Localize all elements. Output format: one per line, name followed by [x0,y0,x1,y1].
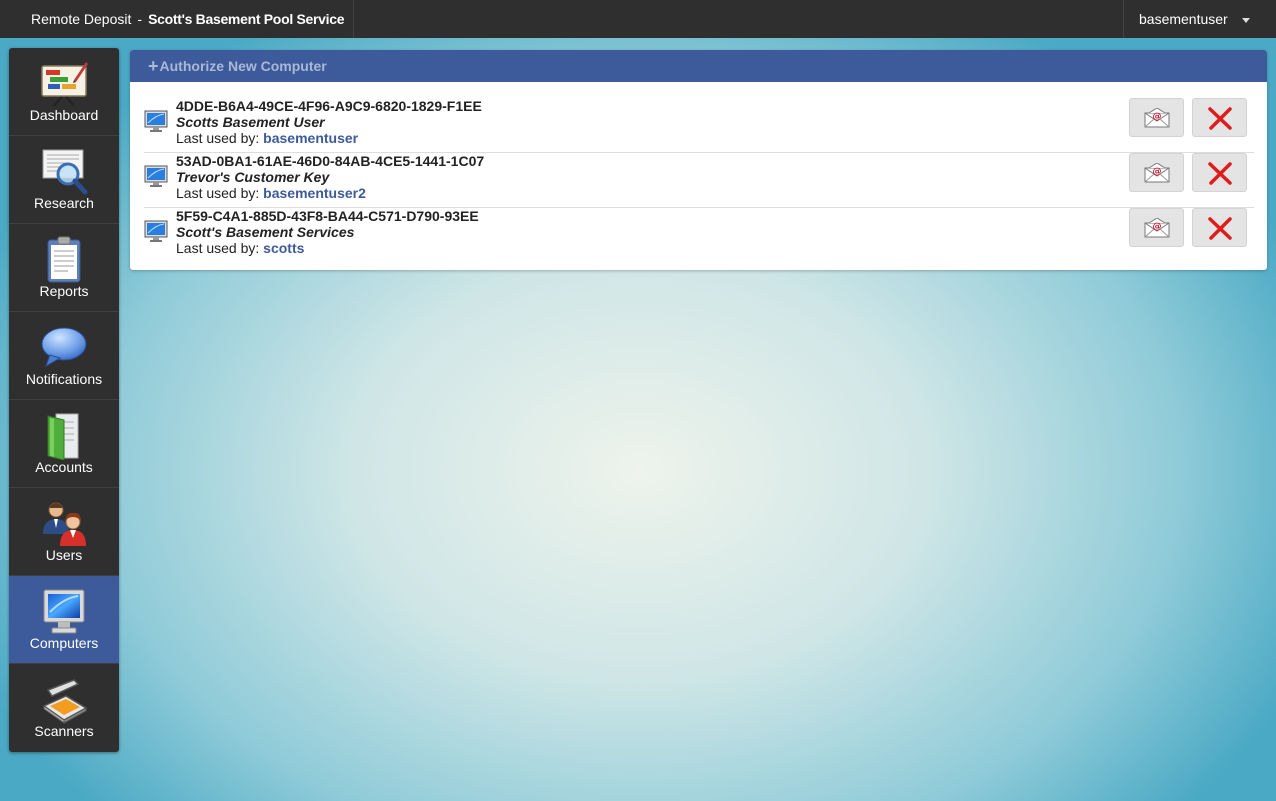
envelope-icon: @ [1144,107,1169,127]
sidebar: Dashboard Research Reports Notifications… [9,48,119,752]
sidebar-item-label: Accounts [35,459,93,475]
user-name: basementuser [1139,11,1228,27]
last-used-label: Last used by: [176,185,260,201]
svg-text:@: @ [1152,167,1161,177]
last-used-user-link[interactable]: basementuser [263,130,358,146]
sidebar-item-dashboard[interactable]: Dashboard [9,48,119,136]
computer-icon [144,110,168,132]
computers-icon [43,589,85,634]
last-used: Last used by: scotts [176,240,479,256]
last-used-user-link[interactable]: basementuser2 [263,185,366,201]
authorize-new-computer-button[interactable]: + Authorize New Computer [130,50,1267,82]
computer-key: 53AD-0BA1-61AE-46D0-84AB-4CE5-1441-1C07 [176,153,485,169]
sidebar-item-scanners[interactable]: Scanners [9,664,119,752]
authorize-new-computer-label: Authorize New Computer [159,58,327,74]
svg-text:@: @ [1152,222,1161,232]
envelope-icon: @ [1144,162,1169,182]
computer-key: 5F59-C4A1-885D-43F8-BA44-C571-D790-93EE [176,208,479,224]
computer-description: Scotts Basement User [176,114,325,130]
plus-icon: + [148,56,159,76]
caret-down-icon [1241,17,1250,23]
sidebar-item-label: Dashboard [29,107,99,123]
email-key-button[interactable]: @ [1129,98,1184,137]
sidebar-item-users[interactable]: Users [9,488,119,576]
computer-icon [144,165,168,187]
computer-row: 53AD-0BA1-61AE-46D0-84AB-4CE5-1441-1C07 … [144,153,1254,208]
sidebar-item-accounts[interactable]: Accounts [9,400,119,488]
sidebar-item-label: Computers [29,635,99,651]
sidebar-item-research[interactable]: Research [9,136,119,224]
computer-row: 4DDE-B6A4-49CE-4F96-A9C9-6820-1829-F1EE … [144,98,1254,153]
sidebar-item-notifications[interactable]: Notifications [9,312,119,400]
sidebar-item-label: Reports [39,283,89,299]
delete-x-icon [1207,161,1232,185]
delete-x-icon [1207,216,1232,240]
app-name: Remote Deposit [31,11,132,27]
delete-computer-button[interactable] [1192,98,1247,137]
computer-description: Trevor's Customer Key [176,169,330,185]
envelope-icon: @ [1144,217,1169,237]
last-used-user-link[interactable]: scotts [263,240,304,256]
computers-panel: + Authorize New Computer 4DDE-B6A4-49CE-… [130,50,1267,270]
computer-row: 5F59-C4A1-885D-43F8-BA44-C571-D790-93EE … [144,208,1254,263]
notifications-icon [41,327,87,368]
last-used: Last used by: basementuser2 [176,185,484,201]
email-key-button[interactable]: @ [1129,208,1184,247]
reports-icon [47,236,81,283]
delete-x-icon [1207,106,1232,130]
dashboard-icon [41,62,88,107]
research-icon [42,149,88,195]
brand: Remote Deposit - Scott's Basement Pool S… [0,0,354,38]
accounts-icon [47,413,79,460]
last-used: Last used by: basementuser [176,130,482,146]
company-name: Scott's Basement Pool Service [148,11,345,27]
scanners-icon [42,679,88,724]
computer-icon [144,220,168,242]
email-key-button[interactable]: @ [1129,153,1184,192]
computer-key: 4DDE-B6A4-49CE-4F96-A9C9-6820-1829-F1EE [176,98,482,114]
svg-text:@: @ [1152,112,1161,122]
sidebar-item-label: Users [45,547,83,563]
delete-computer-button[interactable] [1192,208,1247,247]
top-bar: Remote Deposit - Scott's Basement Pool S… [0,0,1276,38]
brand-separator: - [137,11,143,27]
sidebar-item-label: Scanners [34,723,94,739]
sidebar-item-reports[interactable]: Reports [9,224,119,312]
delete-computer-button[interactable] [1192,153,1247,192]
sidebar-item-computers[interactable]: Computers [9,576,119,664]
user-menu[interactable]: basementuser [1123,0,1276,38]
computer-description: Scott's Basement Services [176,224,355,240]
sidebar-item-label: Notifications [25,371,103,387]
last-used-label: Last used by: [176,130,260,146]
last-used-label: Last used by: [176,240,260,256]
sidebar-item-label: Research [34,195,94,211]
users-icon [43,502,86,546]
